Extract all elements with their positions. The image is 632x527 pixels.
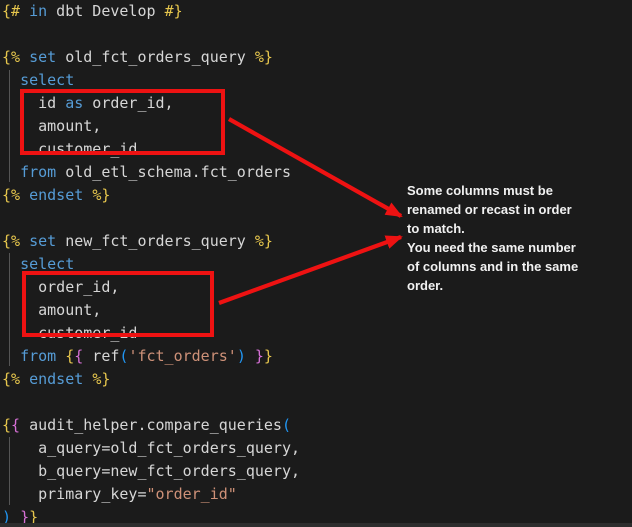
code-token: old_fct_orders_query xyxy=(56,48,255,66)
code-line[interactable]: from {{ ref('fct_orders') }} xyxy=(2,345,300,368)
indent-guide xyxy=(9,437,10,505)
code-token: {# xyxy=(2,2,20,20)
code-token: } xyxy=(255,347,264,365)
code-token: from xyxy=(20,163,56,181)
code-token xyxy=(20,48,29,66)
code-token xyxy=(56,347,65,365)
annotation-line: renamed or recast in order xyxy=(407,200,578,219)
code-area[interactable]: {# in dbt Develop #} {% set old_fct_order… xyxy=(2,0,300,527)
code-token: in xyxy=(29,2,47,20)
code-line[interactable]: primary_key="order_id" xyxy=(2,483,300,506)
code-token xyxy=(20,2,29,20)
code-token: select xyxy=(20,71,74,89)
code-token: %} xyxy=(255,48,273,66)
indent-guide xyxy=(9,70,10,182)
code-token xyxy=(246,347,255,365)
code-token: %} xyxy=(92,186,110,204)
code-line[interactable]: b_query=new_fct_orders_query, xyxy=(2,460,300,483)
code-line[interactable] xyxy=(2,23,300,46)
code-token: #} xyxy=(165,2,183,20)
annotation-line: of columns and in the same xyxy=(407,257,578,276)
code-line[interactable]: {# in dbt Develop #} xyxy=(2,0,300,23)
annotation-line: Some columns must be xyxy=(407,181,578,200)
annotation-line: order. xyxy=(407,276,578,295)
code-token: { xyxy=(2,416,11,434)
code-token xyxy=(83,370,92,388)
code-token: {% xyxy=(2,370,20,388)
bottom-edge-bar xyxy=(0,523,632,527)
code-line[interactable]: {% endset %} xyxy=(2,184,300,207)
code-token: {% xyxy=(2,186,20,204)
code-token: endset xyxy=(29,186,83,204)
code-token: ( xyxy=(282,416,291,434)
code-token: "order_id" xyxy=(147,485,237,503)
code-token: { xyxy=(65,347,74,365)
code-token xyxy=(83,186,92,204)
annotation-note: Some columns must berenamed or recast in… xyxy=(407,181,578,295)
code-line[interactable] xyxy=(2,207,300,230)
highlight-box xyxy=(20,89,225,155)
code-token xyxy=(20,370,29,388)
code-token: } xyxy=(264,347,273,365)
code-token: %} xyxy=(255,232,273,250)
code-token: primary_key= xyxy=(2,485,147,503)
code-token: {% xyxy=(2,48,20,66)
code-token: ) xyxy=(237,347,246,365)
editor-stage: {# in dbt Develop #} {% set old_fct_order… xyxy=(0,0,632,527)
code-token: %} xyxy=(92,370,110,388)
code-token: set xyxy=(29,232,56,250)
code-token: audit_helper.compare_queries xyxy=(20,416,282,434)
code-token: dbt Develop xyxy=(47,2,164,20)
highlight-box xyxy=(22,271,214,337)
code-token xyxy=(2,71,20,89)
code-line[interactable]: {% set old_fct_orders_query %} xyxy=(2,46,300,69)
code-token xyxy=(20,232,29,250)
code-line[interactable]: a_query=old_fct_orders_query, xyxy=(2,437,300,460)
code-line[interactable]: {% set new_fct_orders_query %} xyxy=(2,230,300,253)
code-line[interactable]: from old_etl_schema.fct_orders xyxy=(2,161,300,184)
code-token: { xyxy=(74,347,83,365)
indent-guide xyxy=(9,253,10,366)
code-token xyxy=(20,186,29,204)
code-token: { xyxy=(11,416,20,434)
code-token: a_query=old_fct_orders_query, xyxy=(2,439,300,457)
code-token: b_query=new_fct_orders_query, xyxy=(2,462,300,480)
code-line[interactable]: {% endset %} xyxy=(2,368,300,391)
code-token: from xyxy=(20,347,56,365)
code-line[interactable]: {{ audit_helper.compare_queries( xyxy=(2,414,300,437)
code-token: set xyxy=(29,48,56,66)
code-token: old_etl_schema.fct_orders xyxy=(56,163,291,181)
annotation-line: You need the same number xyxy=(407,238,578,257)
code-token: endset xyxy=(29,370,83,388)
code-token: 'fct_orders' xyxy=(128,347,236,365)
code-token: {% xyxy=(2,232,20,250)
code-token: ref xyxy=(83,347,119,365)
annotation-line: to match. xyxy=(407,219,578,238)
code-token xyxy=(2,255,20,273)
code-token xyxy=(2,163,20,181)
code-line[interactable] xyxy=(2,391,300,414)
code-token: new_fct_orders_query xyxy=(56,232,255,250)
code-token xyxy=(2,347,20,365)
